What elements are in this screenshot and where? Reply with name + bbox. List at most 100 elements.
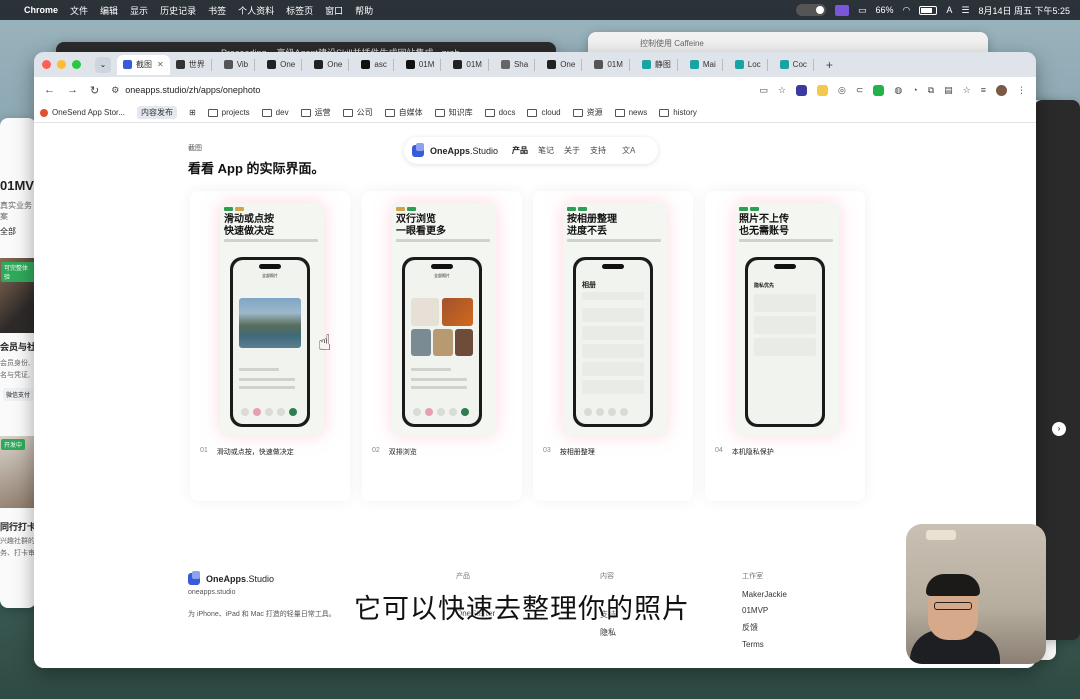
browser-tab[interactable]: Loc [729, 55, 774, 75]
bookmark-folder[interactable]: 公司 [342, 107, 373, 118]
menu-bookmarks[interactable]: 书签 [208, 4, 226, 17]
webcam-overlay [906, 524, 1046, 664]
tab-favicon-icon [594, 60, 604, 69]
input-source-icon[interactable]: A [946, 5, 952, 15]
browser-menu-icon[interactable]: ⋮ [1017, 85, 1026, 96]
menubar-clock[interactable]: 8月14日 周五 下午5:25 [978, 4, 1070, 17]
oneapps-logo-icon[interactable] [412, 142, 424, 157]
battery-percent[interactable]: 66% [875, 5, 893, 15]
tab-label: One [327, 60, 343, 69]
tab-search-dropdown-icon[interactable]: ⌄ [95, 56, 111, 73]
site-nav: OneApps.Studio 产品 笔记 关于 支持 文A [404, 137, 658, 164]
menu-edit[interactable]: 编辑 [100, 4, 118, 17]
bookmark-star-icon[interactable]: ☆ [778, 85, 786, 96]
menu-profiles[interactable]: 个人资料 [238, 4, 274, 17]
extension-check-icon[interactable] [873, 84, 885, 96]
tab-close-icon[interactable]: ✕ [157, 60, 164, 69]
scroll-indicator-icon[interactable]: › [1052, 422, 1066, 436]
extension-color-icon[interactable] [817, 84, 828, 96]
nav-about[interactable]: 关于 [564, 145, 580, 156]
bookmark-folder[interactable]: 知识库 [434, 107, 473, 118]
footer-brand[interactable]: OneApps .Studio [188, 571, 274, 585]
menu-help[interactable]: 帮助 [355, 4, 373, 17]
battery-icon[interactable] [919, 5, 938, 15]
menu-history[interactable]: 历史记录 [160, 4, 196, 17]
nav-support[interactable]: 支持 [590, 145, 606, 156]
tab-favicon-icon [734, 60, 744, 69]
wifi-icon[interactable]: ◠ [903, 5, 911, 16]
bookmark-folder[interactable]: news [614, 107, 647, 118]
zoom-window-button[interactable] [72, 60, 81, 69]
bookmark-folder[interactable]: cloud [527, 107, 561, 118]
footer-link-01mvp[interactable]: 01MVP [742, 606, 787, 615]
control-center-icon[interactable]: ☰ [961, 5, 969, 16]
browser-tab[interactable]: 世界 [170, 55, 218, 75]
bookmarks-icon[interactable]: ☆ [963, 85, 971, 96]
bookmark-folder[interactable]: 资源 [572, 107, 603, 118]
bookmark-folder[interactable]: 运营 [300, 107, 331, 118]
browser-tab[interactable]: asc [355, 55, 399, 75]
screenshot-card[interactable]: 按相册整理 进度不丢 相册 03 按相册整理 [533, 191, 693, 501]
phone-title: 隐私优先 [754, 283, 775, 289]
bookmark-folder-label: 知识库 [448, 108, 473, 117]
browser-tab[interactable]: One [308, 55, 355, 75]
screenshot-card[interactable]: 照片不上传 也无需账号 隐私优先 04 本机隐私保护 [705, 191, 865, 501]
reading-list-icon[interactable]: ▤ [944, 85, 953, 96]
browser-tab[interactable]: 01M [447, 55, 495, 75]
screenshot-card[interactable]: 双行浏览 一眼看更多 全部照片 02 双排浏览 [362, 191, 522, 501]
extension-coffee-icon[interactable]: ◔ [912, 85, 917, 95]
browser-tab[interactable]: 01M [588, 55, 636, 75]
minimize-window-button[interactable] [57, 60, 66, 69]
browser-tab[interactable]: 截图 ✕ [117, 54, 170, 75]
extension-owl-icon[interactable]: ◍ [894, 85, 902, 96]
extension-diamond-icon[interactable] [796, 84, 807, 96]
bookmark-folder[interactable]: dev [261, 107, 289, 118]
cast-icon[interactable]: ▭ [759, 85, 768, 96]
nav-notes[interactable]: 笔记 [538, 145, 554, 156]
browser-tab[interactable]: 01M [400, 55, 448, 75]
footer-col-heading: 工作室 [742, 573, 763, 580]
toggle-status-icon[interactable] [795, 4, 826, 16]
site-brand[interactable]: OneApps.Studio [430, 146, 498, 156]
extension-spiral-icon[interactable]: ◎ [838, 85, 846, 96]
browser-tab[interactable]: Vib [218, 55, 261, 75]
browser-tab[interactable]: One [261, 55, 308, 75]
media-controls-icon[interactable]: ≡ [981, 85, 986, 95]
extension-link-icon[interactable]: ⊂ [856, 85, 864, 96]
footer-link-feedback[interactable]: 反馈 [742, 622, 787, 633]
browser-tab[interactable]: One [541, 55, 588, 75]
bookmark-folder[interactable]: 自媒体 [384, 107, 423, 118]
menu-window[interactable]: 窗口 [325, 4, 343, 17]
forward-icon[interactable]: → [67, 84, 78, 96]
profile-avatar[interactable] [996, 84, 1007, 96]
bookmark-folder[interactable]: history [659, 107, 697, 118]
browser-tab[interactable]: Sha [495, 55, 541, 75]
screen-record-icon[interactable] [834, 4, 849, 16]
bookmark-folder[interactable]: projects [207, 107, 250, 118]
apps-grid-icon[interactable]: ⊞ [189, 108, 196, 117]
footer-link-makerjackie[interactable]: MakerJackie [742, 590, 787, 599]
footer-link-privacy[interactable]: 隐私 [600, 627, 616, 638]
browser-tab[interactable]: Mai [684, 55, 729, 75]
browser-tab[interactable]: Coc [774, 55, 820, 75]
footer-brand-bold: OneApps [206, 574, 247, 584]
bookmark-publish[interactable]: 内容发布 [136, 106, 177, 119]
footer-link-terms[interactable]: Terms [742, 640, 787, 649]
menu-tabs[interactable]: 标签页 [286, 4, 313, 17]
back-icon[interactable]: ← [44, 84, 55, 96]
new-tab-button[interactable]: + [826, 58, 833, 72]
bookmark-folder[interactable]: docs [484, 107, 515, 118]
address-bar[interactable]: oneapps.studio/zh/apps/onephoto [125, 85, 260, 95]
browser-tab[interactable]: 静图 [636, 55, 684, 75]
site-info-icon[interactable]: ⚙ [111, 85, 119, 96]
menu-view[interactable]: 显示 [130, 4, 148, 17]
extensions-puzzle-icon[interactable]: ⧉ [928, 85, 934, 96]
nav-products[interactable]: 产品 [512, 145, 528, 156]
menu-file[interactable]: 文件 [70, 4, 88, 17]
display-icon[interactable]: ▭ [858, 5, 867, 16]
bookmark-app-store[interactable]: OneSend App Stor... [40, 108, 125, 117]
reload-icon[interactable]: ↻ [90, 84, 99, 97]
menu-app-name[interactable]: Chrome [24, 5, 58, 15]
close-window-button[interactable] [42, 60, 51, 69]
language-icon[interactable]: 文A [622, 145, 635, 156]
